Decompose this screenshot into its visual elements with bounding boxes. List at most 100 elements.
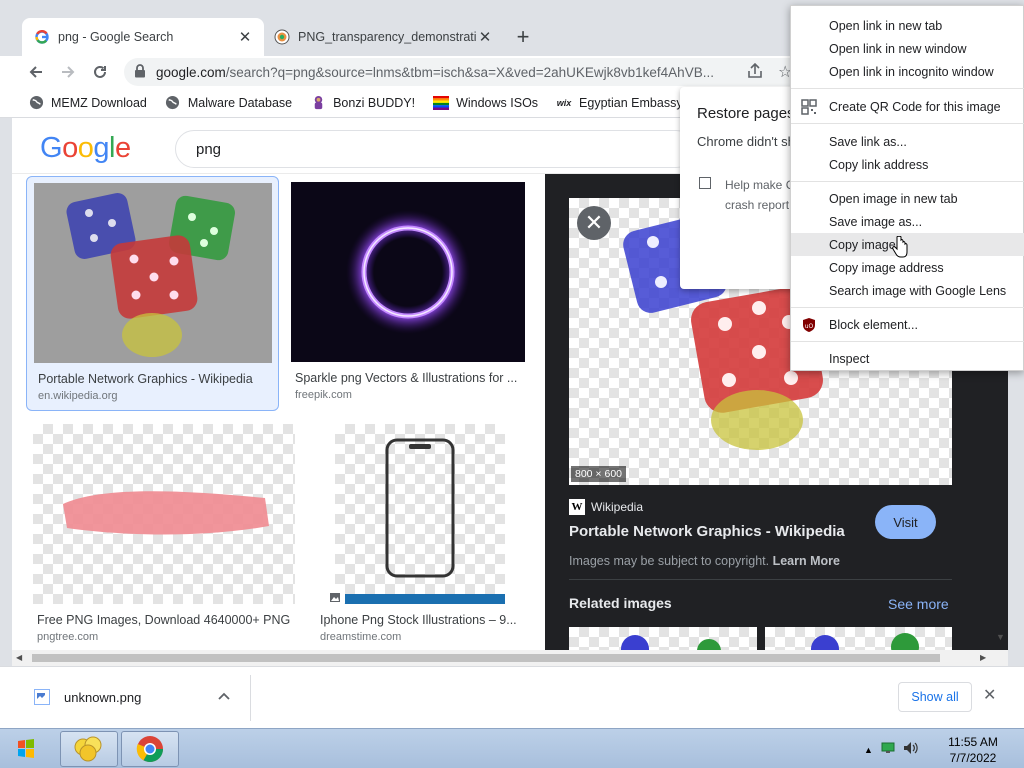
network-icon[interactable] xyxy=(881,742,895,757)
result-source: dreamstime.com xyxy=(320,631,402,643)
scroll-right-icon[interactable]: ▶ xyxy=(980,653,986,662)
svg-text:uO: uO xyxy=(805,323,814,330)
bookmark-malware-database[interactable]: Malware Database xyxy=(165,95,292,111)
preview-title[interactable]: Portable Network Graphics - Wikipedia xyxy=(569,523,845,540)
forward-icon[interactable] xyxy=(52,58,84,86)
show-all-button[interactable]: Show all xyxy=(898,682,972,712)
bookmark-memz[interactable]: MEMZ Download xyxy=(28,95,147,111)
menu-label: Copy link address xyxy=(829,157,929,172)
context-menu: Open link in new tab Open link in new wi… xyxy=(790,5,1024,371)
sparkle-ring-thumbnail[interactable] xyxy=(291,182,525,362)
menu-separator xyxy=(791,181,1024,182)
menu-label: Copy image address xyxy=(829,260,944,275)
taskbar-chrome-app[interactable] xyxy=(121,731,179,767)
menu-label: Save image as... xyxy=(829,214,923,229)
image-result[interactable]: Free PNG Images, Download 4640000+ PNG..… xyxy=(26,418,296,650)
bookmark-egyptian-embassy[interactable]: wix Egyptian Embassy xyxy=(556,95,683,111)
taskbar: ▲ 11:55 AM 7/7/2022 xyxy=(0,728,1024,768)
scrollbar-thumb[interactable] xyxy=(32,654,940,662)
search-query: png xyxy=(196,140,222,158)
download-item[interactable]: unknown.png xyxy=(34,689,141,705)
menu-save-image-as[interactable]: Save image as... xyxy=(791,210,1024,233)
dice-thumbnail[interactable] xyxy=(34,183,272,363)
preview-source[interactable]: W Wikipedia xyxy=(569,499,643,515)
menu-copy-image-address[interactable]: Copy image address xyxy=(791,256,1024,279)
url-text: google.com/search?q=png&source=lnms&tbm=… xyxy=(156,65,804,80)
show-hidden-icons-icon[interactable]: ▲ xyxy=(864,745,873,755)
tab-png-transparency[interactable]: PNG_transparency_demonstration ✕ xyxy=(262,18,504,56)
address-bar[interactable]: google.com/search?q=png&source=lnms&tbm=… xyxy=(124,58,804,86)
copyright-text: Images may be subject to copyright. xyxy=(569,554,770,568)
globe-icon xyxy=(28,95,44,111)
menu-save-link-as[interactable]: Save link as... xyxy=(791,130,1024,153)
visit-button[interactable]: Visit xyxy=(875,505,936,539)
scroll-down-icon[interactable]: ▼ xyxy=(996,632,1005,642)
result-title: Sparkle png Vectors & Illustrations for … xyxy=(295,371,518,385)
menu-label: Copy image xyxy=(829,237,896,252)
menu-open-link-new-tab[interactable]: Open link in new tab xyxy=(791,14,1024,37)
tab-close-icon[interactable]: ✕ xyxy=(476,28,494,46)
related-thumbnail[interactable] xyxy=(765,627,952,650)
restore-pages-dialog: Restore pages Chrome didn't sh Help make… xyxy=(680,87,800,289)
menu-open-image-new-tab[interactable]: Open image in new tab xyxy=(791,187,1024,210)
related-thumbnails xyxy=(569,627,952,650)
menu-label: Open link in new tab xyxy=(829,18,943,33)
search-input[interactable]: png xyxy=(175,130,695,168)
horizontal-scrollbar[interactable]: ◀ ▶ xyxy=(12,650,1008,666)
menu-label: Inspect xyxy=(829,351,870,366)
bookmark-bonzi-buddy[interactable]: Bonzi BUDDY! xyxy=(310,95,415,111)
tab-google-search[interactable]: png - Google Search ✕ xyxy=(22,18,264,56)
learn-more-link[interactable]: Learn More xyxy=(773,554,840,568)
close-preview-button[interactable]: ✕ xyxy=(577,206,611,240)
back-icon[interactable] xyxy=(20,58,52,86)
scroll-left-icon[interactable]: ◀ xyxy=(16,653,22,662)
share-icon[interactable] xyxy=(746,62,764,82)
bookmark-label: Bonzi BUDDY! xyxy=(333,95,416,110)
crash-report-label: Help make C crash report xyxy=(725,175,794,215)
menu-label: Open image in new tab xyxy=(829,191,958,206)
url-path: /search?q=png&source=lnms&tbm=isch&sa=X&… xyxy=(225,64,714,80)
lock-icon[interactable] xyxy=(134,63,148,81)
divider xyxy=(250,675,251,721)
chevron-up-icon[interactable] xyxy=(218,687,230,703)
volume-icon[interactable] xyxy=(903,741,919,758)
image-badge-icon xyxy=(325,588,345,606)
image-result[interactable]: Iphone Png Stock Illustrations – 9... dr… xyxy=(301,418,531,650)
menu-create-qr-code[interactable]: Create QR Code for this image xyxy=(791,95,1024,118)
download-filename: unknown.png xyxy=(64,689,142,705)
iphone-thumbnail[interactable] xyxy=(335,424,505,604)
related-thumbnail[interactable] xyxy=(569,627,757,650)
menu-inspect[interactable]: Inspect xyxy=(791,347,1024,370)
image-result[interactable]: Portable Network Graphics - Wikipedia en… xyxy=(26,176,279,411)
reload-icon[interactable] xyxy=(84,58,116,86)
menu-search-google-lens[interactable]: Search image with Google Lens xyxy=(791,279,1024,302)
image-result[interactable]: Sparkle png Vectors & Illustrations for … xyxy=(284,176,525,411)
menu-label: Save link as... xyxy=(829,134,907,149)
taskbar-folder-app[interactable] xyxy=(60,731,118,767)
wix-icon: wix xyxy=(556,97,572,108)
menu-copy-link-address[interactable]: Copy link address xyxy=(791,153,1024,176)
tab-close-icon[interactable]: ✕ xyxy=(236,28,254,46)
restore-title: Restore pages xyxy=(697,105,795,122)
result-title: Iphone Png Stock Illustrations – 9... xyxy=(320,613,517,627)
new-tab-button[interactable]: + xyxy=(510,24,536,50)
see-more-link[interactable]: See more xyxy=(888,596,949,612)
image-dimensions: 800 × 600 xyxy=(571,466,627,482)
crash-report-checkbox[interactable] xyxy=(699,177,711,189)
start-button[interactable] xyxy=(10,737,42,761)
menu-open-link-incognito[interactable]: Open link in incognito window xyxy=(791,60,1024,83)
menu-block-element[interactable]: uO Block element... xyxy=(791,313,1024,336)
clock-time: 11:55 AM xyxy=(948,735,998,749)
crash-report-line: crash report xyxy=(725,198,790,212)
pink-brush-thumbnail[interactable] xyxy=(33,424,295,604)
taskbar-clock[interactable]: 11:55 AM 7/7/2022 xyxy=(930,734,1016,766)
image-file-icon xyxy=(34,689,50,705)
bookmark-windows-isos[interactable]: Windows ISOs xyxy=(433,95,538,111)
bookmark-label: Windows ISOs xyxy=(456,95,539,110)
tab-title: PNG_transparency_demonstration xyxy=(298,30,476,44)
download-bar: unknown.png Show all ✕ xyxy=(0,666,1024,728)
google-logo[interactable]: Google xyxy=(40,132,131,165)
menu-open-link-new-window[interactable]: Open link in new window xyxy=(791,37,1024,60)
close-download-bar-icon[interactable]: ✕ xyxy=(983,685,996,705)
system-tray: ▲ xyxy=(864,741,919,758)
